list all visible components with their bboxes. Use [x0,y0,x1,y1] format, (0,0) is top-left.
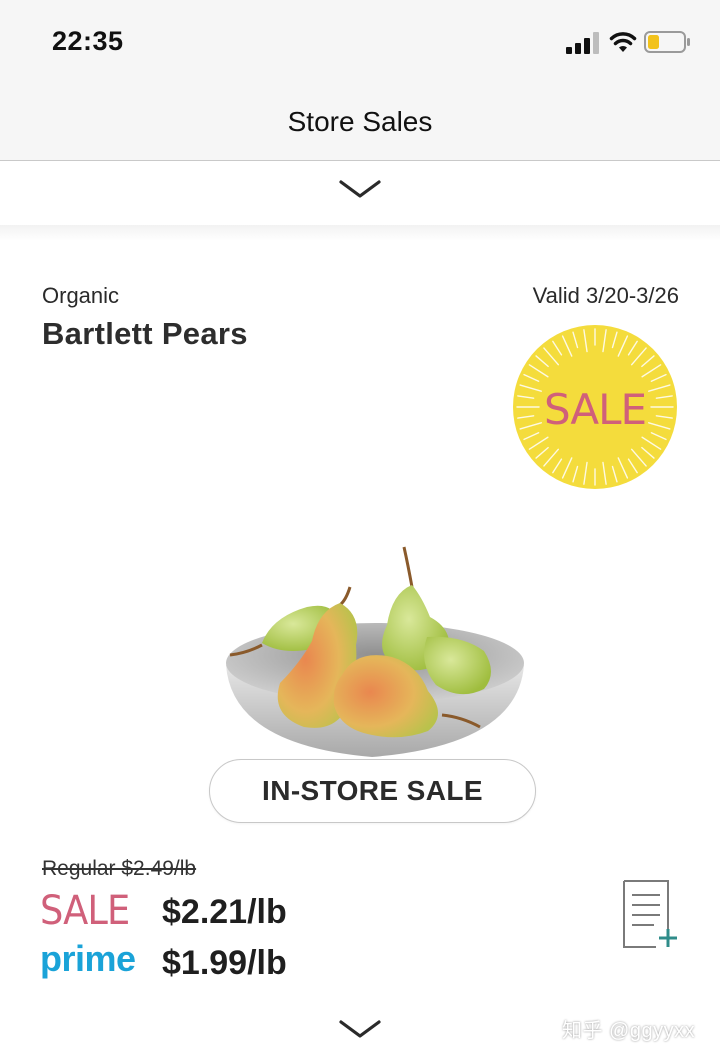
add-to-list-icon[interactable] [620,879,682,953]
sale-badge: SALE [513,325,677,489]
chevron-down-icon[interactable] [338,178,382,200]
status-bar: 22:35 [0,0,720,84]
sale-label: SALE [40,888,130,934]
valid-dates: Valid 3/20-3/26 [532,283,679,308]
wifi-icon [609,32,637,52]
product-subtitle: Organic [42,283,120,308]
status-time: 22:35 [52,26,124,56]
cellular-signal-icon [566,32,599,54]
in-store-sale-button[interactable]: IN-STORE SALE [209,759,536,823]
prime-price: $1.99/lb [162,944,287,982]
navigation-bar: Store Sales [0,84,720,161]
page-title: Store Sales [287,106,433,137]
product-title: Bartlett Pears [42,316,248,351]
regular-price: Regular $2.49/lb [42,857,197,880]
chevron-down-icon[interactable] [338,1018,382,1040]
section-divider [0,225,720,241]
watermark: 知乎 @ggyyxx [562,1020,696,1042]
battery-icon [644,31,690,53]
sale-badge-text: SALE [544,385,646,434]
sale-price: $2.21/lb [162,893,287,931]
prime-label: prime [40,938,136,979]
product-image [226,546,524,757]
